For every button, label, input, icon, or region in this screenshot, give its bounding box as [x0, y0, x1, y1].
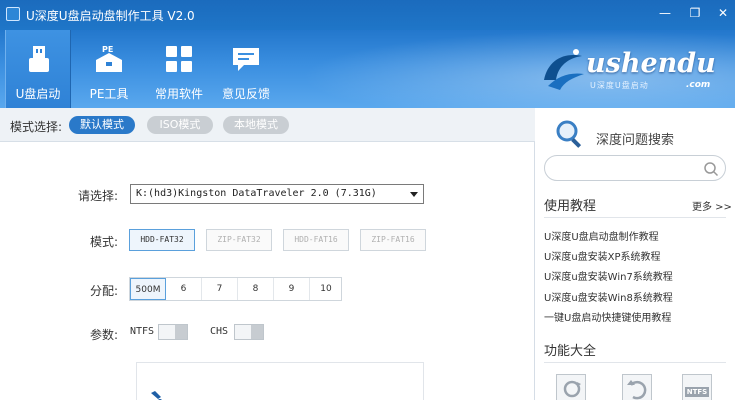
- action-panel: [136, 362, 424, 400]
- tutorial-link[interactable]: U深度u盘安装Win8系统教程: [544, 289, 673, 304]
- search-icon[interactable]: [703, 161, 719, 177]
- logo-swirl-icon: [544, 49, 584, 90]
- format-zip-fat16-button[interactable]: ZIP-FAT16: [360, 229, 426, 251]
- maximize-button[interactable]: ❐: [680, 0, 710, 26]
- mode-local-button[interactable]: 本地模式: [223, 116, 289, 134]
- tutorials-divider: [544, 217, 726, 218]
- nav-common-software[interactable]: 常用软件: [146, 30, 212, 108]
- features-title: 功能大全: [544, 344, 597, 359]
- window-title: U深度U盘启动盘制作工具 V2.0: [26, 9, 195, 23]
- nav-pe-tools[interactable]: PE PE工具: [76, 30, 142, 108]
- nav-usb-boot-label: U盘启动: [15, 87, 61, 101]
- tutorial-link[interactable]: U深度u盘安装XP系统教程: [544, 248, 661, 263]
- more-tutorials-link[interactable]: 更多 >>: [692, 198, 732, 213]
- restore-drive-icon: [627, 380, 647, 400]
- logo-text: ushendu: [586, 48, 716, 79]
- logo-domain: .com: [686, 80, 711, 90]
- tutorials-title: 使用教程: [544, 199, 597, 214]
- chs-label: CHS: [210, 326, 229, 337]
- apps-grid-icon: [166, 46, 192, 72]
- magnifier-icon: [556, 120, 582, 148]
- svg-text:PE: PE: [102, 45, 113, 54]
- partition-selector: 500M 6 7 8 9 10: [129, 277, 342, 301]
- refresh-drive-icon: [563, 380, 581, 398]
- tutorial-link[interactable]: U深度u盘安装Win7系统教程: [544, 268, 673, 283]
- ntfs-tool[interactable]: NTFS: [682, 374, 712, 400]
- mode-default-button[interactable]: 默认模式: [69, 116, 135, 134]
- problem-search-input[interactable]: [544, 155, 726, 181]
- drive-select-value: K:(hd3)Kingston DataTraveler 2.0 (7.31G): [136, 188, 377, 199]
- ntfs-toggle[interactable]: [158, 324, 188, 340]
- partition-label: 分配:: [89, 284, 118, 298]
- mode-iso-button[interactable]: ISO模式: [147, 116, 213, 134]
- main-panel: 模式选择: 默认模式 ISO模式 本地模式 请选择: K:(hd3)Kingst…: [0, 108, 535, 400]
- right-sidebar: 深度问题搜索 使用教程 更多 >> U深度U盘启动盘制作教程 U深度u盘安装XP…: [536, 108, 735, 400]
- nav-pe-tools-label: PE工具: [89, 87, 129, 101]
- partition-option-7[interactable]: 7: [202, 278, 238, 300]
- title-bar: U深度U盘启动盘制作工具 V2.0 — ❐ ✕: [0, 0, 735, 30]
- mode-bar: 模式选择: 默认模式 ISO模式 本地模式: [0, 108, 535, 142]
- params-label: 参数:: [89, 328, 118, 342]
- close-button[interactable]: ✕: [708, 0, 735, 26]
- partition-option-500m[interactable]: 500M: [130, 278, 166, 300]
- tutorial-link[interactable]: U深度U盘启动盘制作教程: [544, 228, 659, 243]
- refresh-drive-tool[interactable]: [556, 374, 586, 400]
- drive-label: 请选择:: [77, 189, 118, 203]
- feedback-chat-icon: [233, 48, 259, 71]
- chs-toggle-knob: [251, 325, 263, 339]
- format-label: 模式:: [89, 235, 118, 249]
- usb-drive-icon: [29, 46, 49, 72]
- format-hdd-fat16-button[interactable]: HDD-FAT16: [283, 229, 349, 251]
- pe-toolbox-icon: PE: [96, 45, 122, 72]
- drive-select[interactable]: K:(hd3)Kingston DataTraveler 2.0 (7.31G): [130, 184, 424, 204]
- nav-common-software-label: 常用软件: [154, 87, 203, 101]
- usb-plug-icon: [151, 391, 162, 400]
- logo-subtitle: U深度U盘启动: [590, 81, 649, 90]
- minimize-button[interactable]: —: [650, 0, 680, 26]
- search-section-title: 深度问题搜索: [596, 133, 675, 148]
- nav-feedback[interactable]: 意见反馈: [213, 30, 279, 108]
- chevron-down-icon: [410, 192, 418, 197]
- format-hdd-fat32-button[interactable]: HDD-FAT32: [129, 229, 195, 251]
- partition-option-6[interactable]: 6: [166, 278, 202, 300]
- mode-label: 模式选择:: [10, 120, 63, 134]
- partition-option-8[interactable]: 8: [238, 278, 274, 300]
- partition-option-9[interactable]: 9: [274, 278, 310, 300]
- chs-toggle[interactable]: [234, 324, 264, 340]
- partition-option-10[interactable]: 10: [310, 278, 342, 300]
- restore-drive-tool[interactable]: [622, 374, 652, 400]
- header-nav: U盘启动 PE PE工具 常用软件 意见反馈 ushendu U深度U盘启动 .…: [0, 30, 735, 108]
- nav-feedback-label: 意见反馈: [221, 87, 270, 101]
- ushendu-logo: ushendu U深度U盘启动 .com: [538, 44, 728, 100]
- ntfs-label: NTFS: [130, 326, 155, 337]
- ntfs-toggle-knob: [175, 325, 187, 339]
- ntfs-icon: NTFS: [684, 387, 710, 397]
- app-icon: [6, 7, 20, 21]
- tutorial-link[interactable]: 一键U盘启动快捷键使用教程: [544, 309, 671, 324]
- format-zip-fat32-button[interactable]: ZIP-FAT32: [206, 229, 272, 251]
- features-divider: [544, 362, 726, 363]
- nav-usb-boot[interactable]: U盘启动: [5, 30, 71, 108]
